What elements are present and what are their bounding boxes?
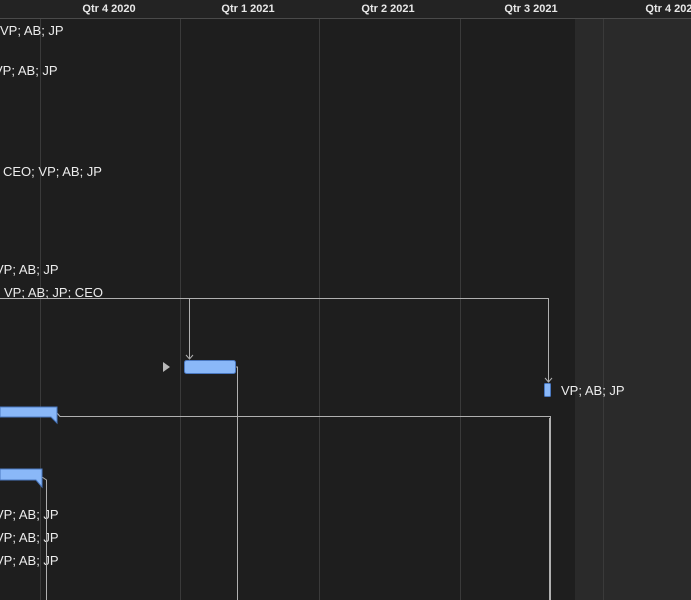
dependency-connector bbox=[56, 412, 551, 600]
summary-bar[interactable] bbox=[0, 406, 58, 425]
dependency-connector bbox=[41, 476, 47, 600]
connector-thick bbox=[549, 418, 551, 600]
dependency-connector bbox=[0, 298, 549, 382]
summary-bar[interactable] bbox=[0, 468, 43, 489]
dependency-connector bbox=[235, 366, 238, 600]
gantt-canvas bbox=[0, 298, 553, 600]
task-bar[interactable] bbox=[184, 360, 236, 374]
task-bar[interactable] bbox=[544, 383, 551, 397]
collapse-triangle-icon[interactable] bbox=[163, 362, 170, 372]
